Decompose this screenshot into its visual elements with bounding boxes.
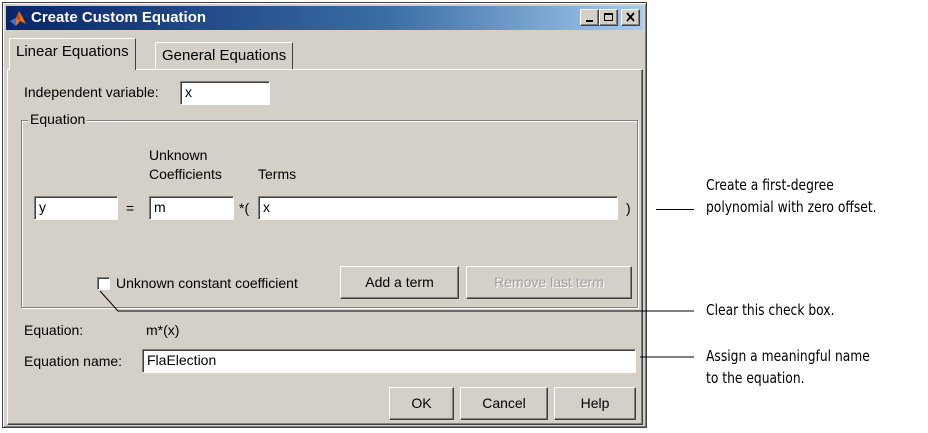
- callout-equation-name-line1: Assign a meaningful name: [706, 347, 870, 365]
- callout-equation-name-line2: to the equation.: [706, 369, 805, 387]
- callout-equation-name: Assign a meaningful name to the equation…: [706, 345, 870, 389]
- callout-clear-checkbox: Clear this check box.: [706, 301, 835, 319]
- tab-linear-equations[interactable]: Linear Equations: [9, 38, 136, 70]
